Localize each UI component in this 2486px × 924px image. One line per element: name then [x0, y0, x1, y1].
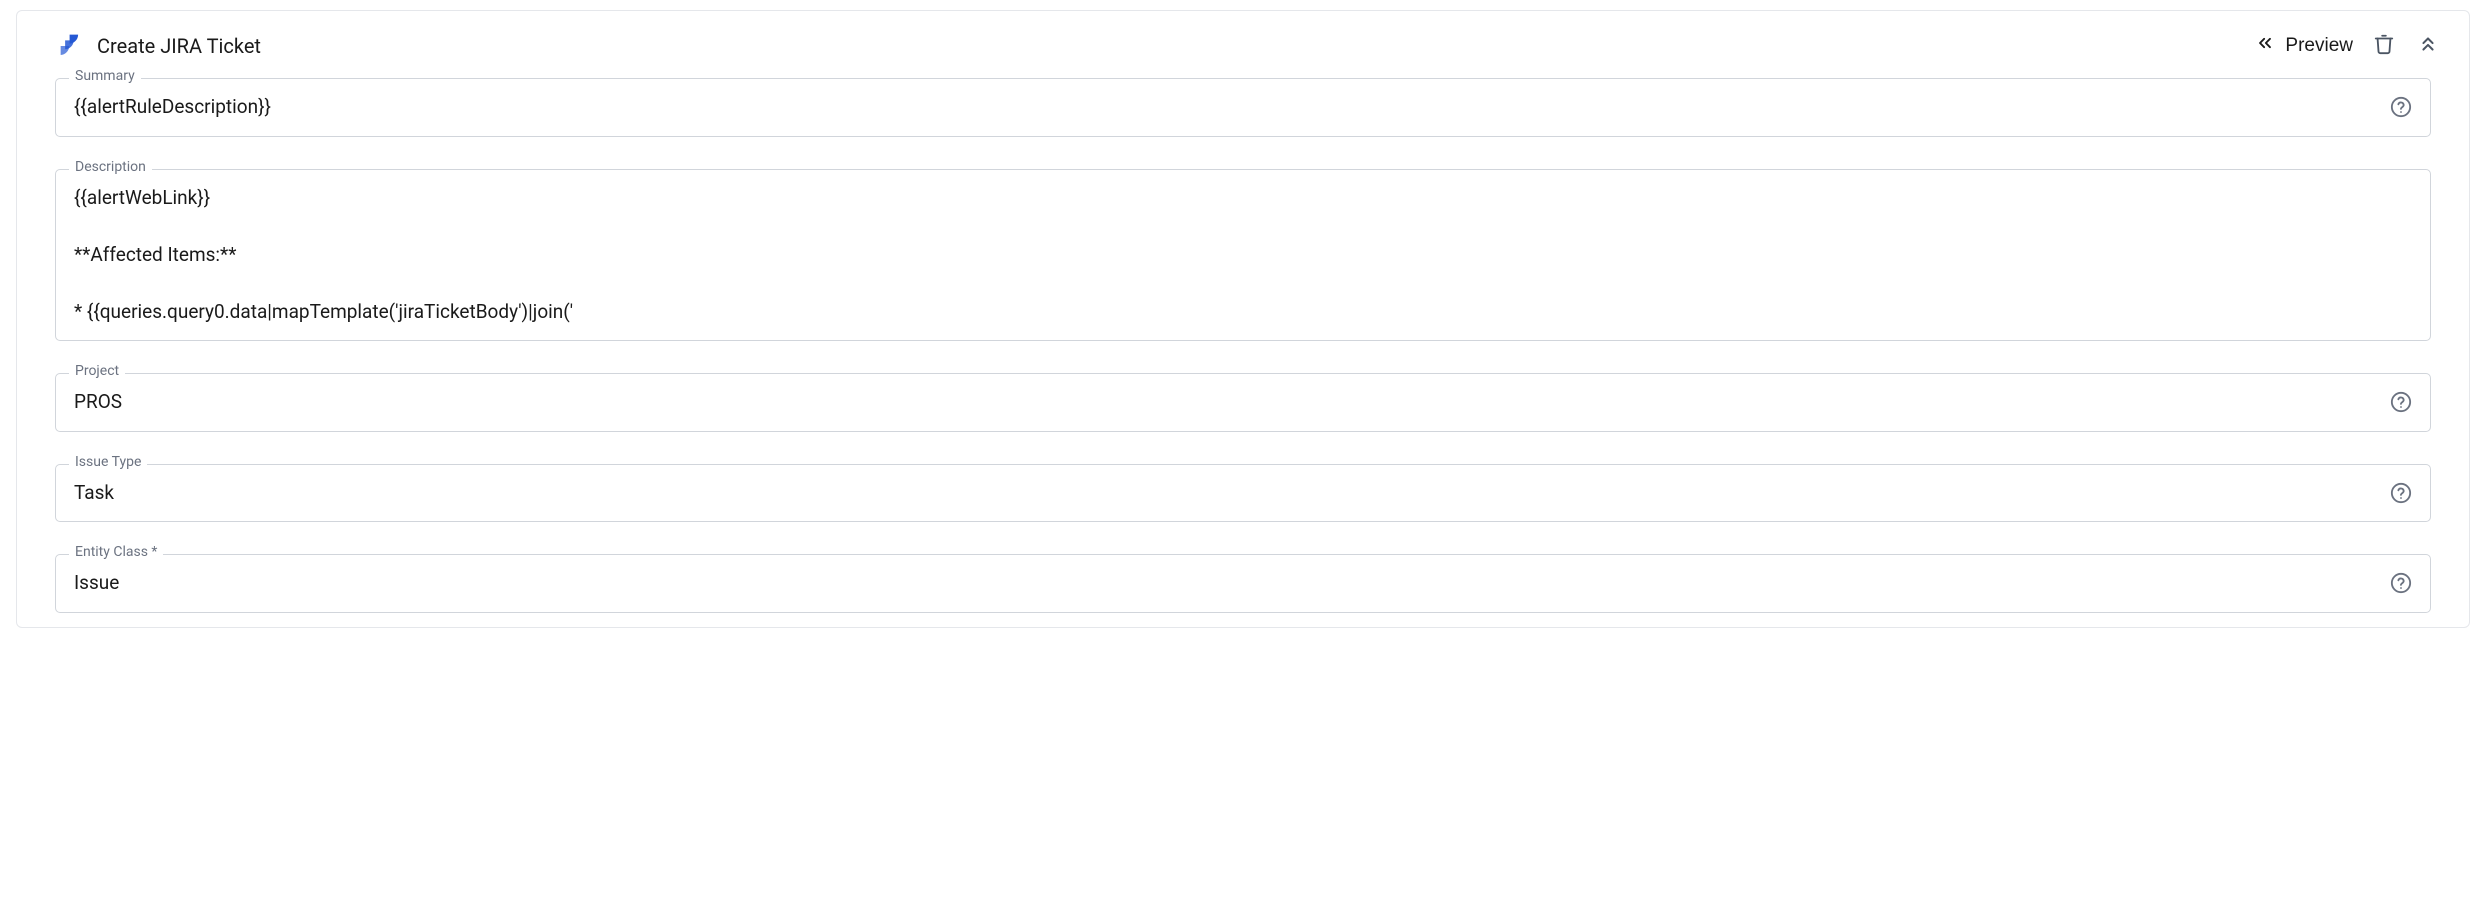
project-label: Project — [69, 363, 125, 379]
fields-container: Summary {{alertRuleDescription}} Descrip… — [17, 78, 2469, 613]
summary-input[interactable]: {{alertRuleDescription}} — [55, 78, 2431, 137]
chevrons-up-icon — [2417, 33, 2439, 58]
jira-action-card: Create JIRA Ticket Preview — [16, 10, 2470, 628]
delete-button[interactable] — [2371, 31, 2397, 60]
help-icon[interactable] — [2390, 572, 2412, 594]
header-actions: Preview — [2255, 31, 2441, 60]
card-header: Create JIRA Ticket Preview — [17, 31, 2469, 78]
card-title: Create JIRA Ticket — [97, 34, 261, 58]
summary-value: {{alertRuleDescription}} — [74, 93, 2380, 122]
entity-class-label: Entity Class * — [69, 544, 163, 560]
preview-label: Preview — [2285, 35, 2353, 57]
summary-field: Summary {{alertRuleDescription}} — [55, 78, 2431, 137]
issue-type-field: Issue Type Task — [55, 464, 2431, 523]
project-input[interactable]: PROS — [55, 373, 2431, 432]
help-icon[interactable] — [2390, 391, 2412, 413]
help-icon[interactable] — [2390, 96, 2412, 118]
chevrons-left-icon — [2255, 33, 2275, 59]
jira-icon — [57, 33, 83, 59]
description-input[interactable]: {{alertWebLink}} **Affected Items:** * {… — [55, 169, 2431, 342]
collapse-button[interactable] — [2415, 31, 2441, 60]
trash-icon — [2373, 33, 2395, 58]
issue-type-input[interactable]: Task — [55, 464, 2431, 523]
issue-type-value: Task — [74, 479, 2380, 508]
title-wrap: Create JIRA Ticket — [57, 33, 2255, 59]
entity-class-input[interactable]: Issue — [55, 554, 2431, 613]
description-field: Description {{alertWebLink}} **Affected … — [55, 169, 2431, 342]
summary-label: Summary — [69, 68, 141, 84]
entity-class-value: Issue — [74, 569, 2380, 598]
preview-button[interactable]: Preview — [2255, 33, 2353, 59]
issue-type-label: Issue Type — [69, 454, 147, 470]
project-value: PROS — [74, 388, 2380, 417]
help-icon[interactable] — [2390, 482, 2412, 504]
description-label: Description — [69, 159, 152, 175]
entity-class-field: Entity Class * Issue — [55, 554, 2431, 613]
description-value: {{alertWebLink}} **Affected Items:** * {… — [74, 184, 2412, 327]
project-field: Project PROS — [55, 373, 2431, 432]
